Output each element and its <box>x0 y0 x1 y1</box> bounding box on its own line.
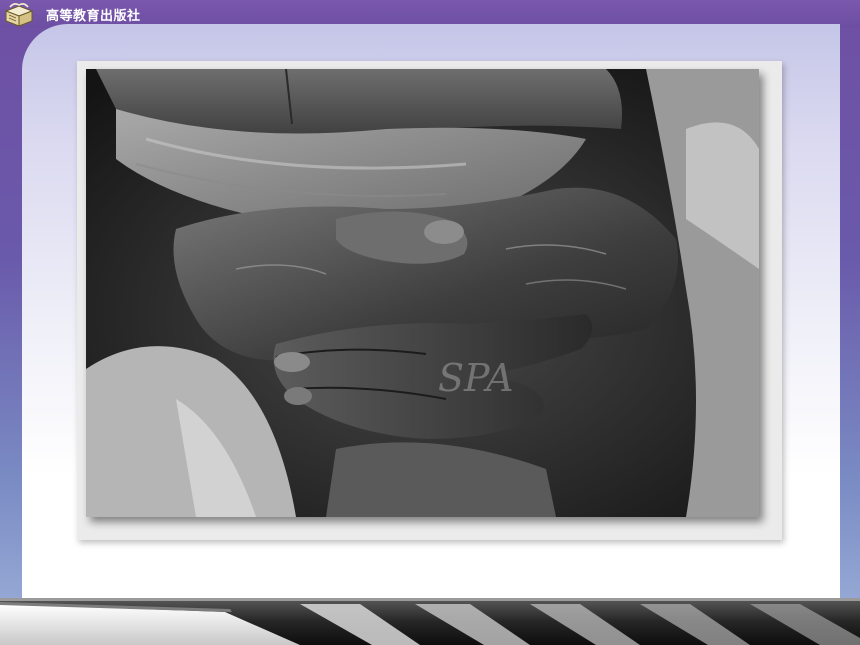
publisher-name: 高等教育出版社 <box>46 9 141 24</box>
footer-bar <box>0 598 860 645</box>
book-box-icon <box>4 3 34 27</box>
photograph-clasped-hands-image: SPA <box>86 69 759 517</box>
watermark-text: SPA <box>438 356 514 400</box>
slide: 高等教育出版社 SPA <box>0 0 860 645</box>
